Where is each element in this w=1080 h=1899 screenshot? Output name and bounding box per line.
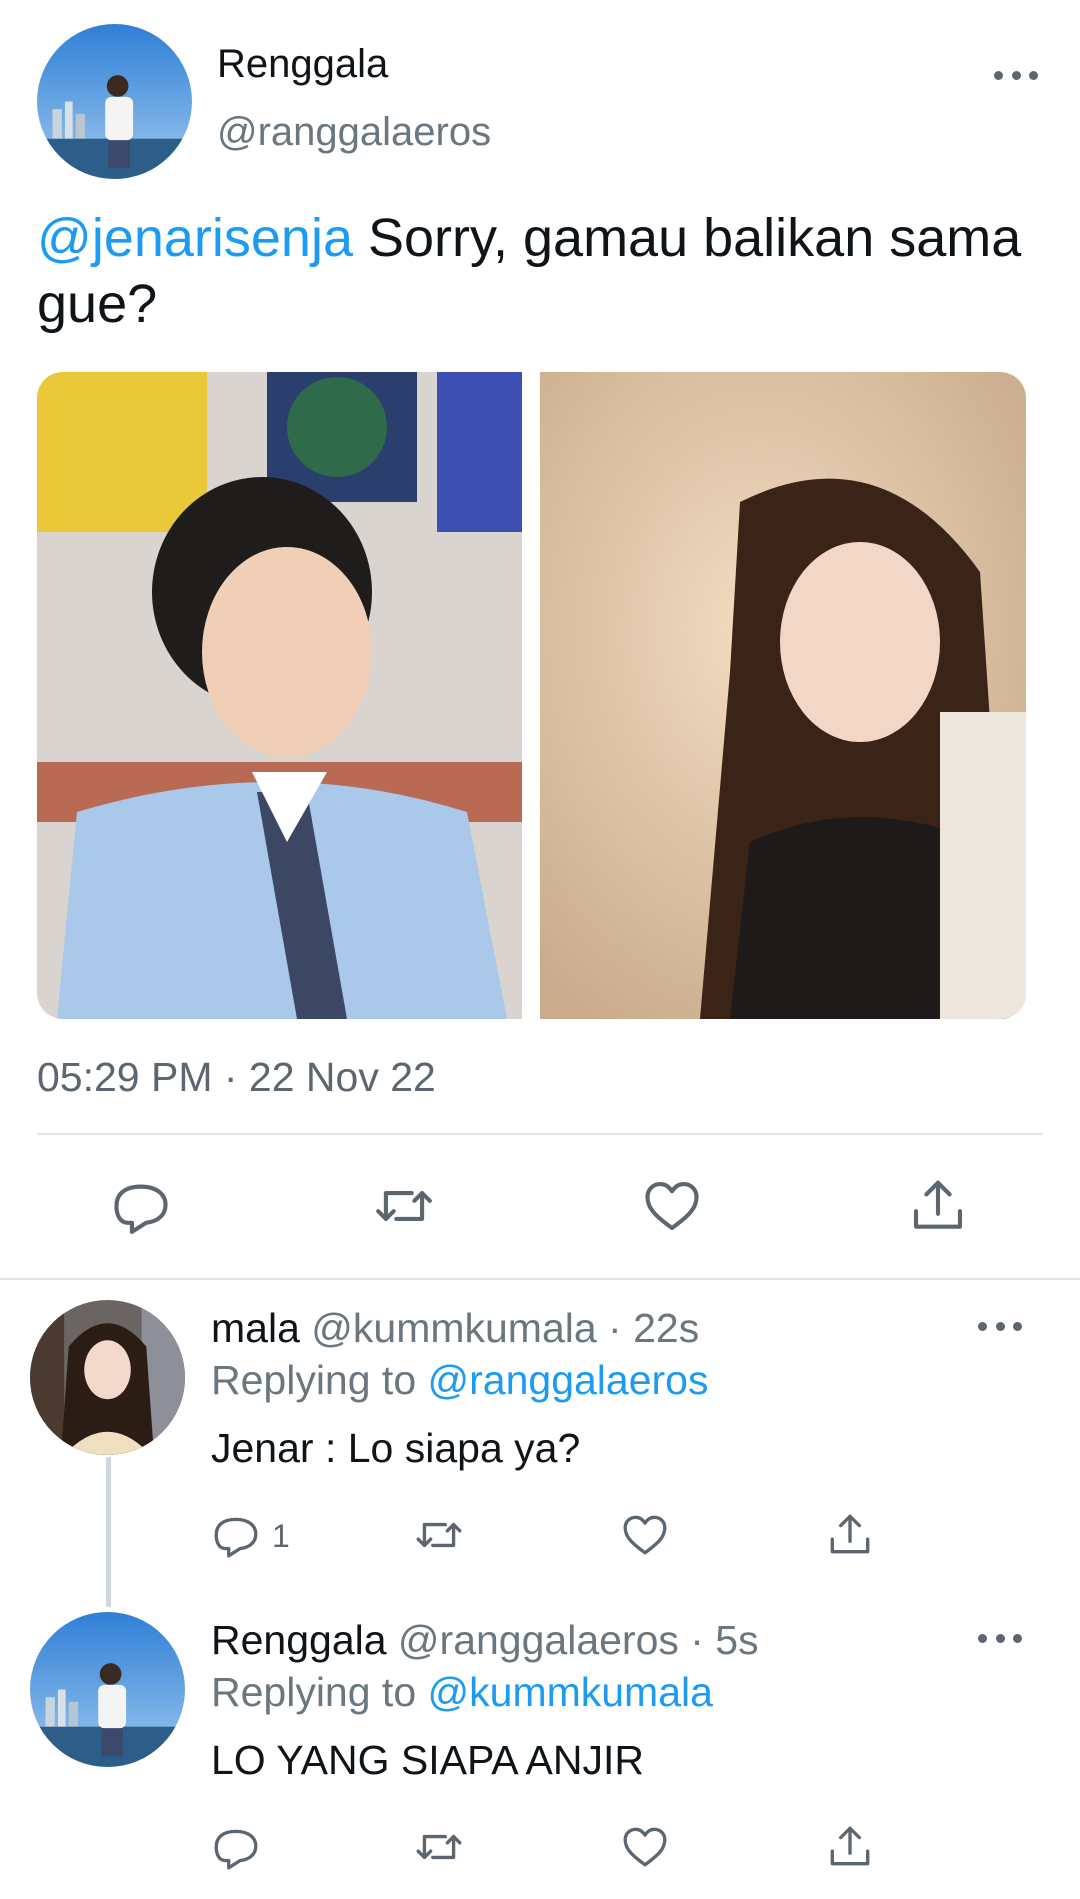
retweet-icon[interactable] [414, 1510, 464, 1560]
more-icon[interactable] [994, 65, 1038, 85]
reply-icon[interactable] [211, 1510, 261, 1560]
share-icon[interactable] [825, 1822, 875, 1872]
author-name[interactable]: Renggala [217, 42, 388, 87]
reply-icon[interactable] [211, 1822, 261, 1872]
divider-thread [0, 1278, 1080, 1280]
tweet-text: @jenarisenja Sorry, gamau balikan sama g… [37, 205, 1037, 337]
reply-text: Jenar : Lo siapa ya? [211, 1425, 581, 1471]
like-icon[interactable] [620, 1510, 670, 1560]
replying-to-line: Replying to @kummkumala [211, 1669, 713, 1716]
reply-icon[interactable] [110, 1175, 172, 1237]
like-icon[interactable] [641, 1175, 703, 1237]
reply-header[interactable]: Renggala @ranggalaeros · 5s [211, 1617, 759, 1664]
reply-handle-time: @ranggalaeros · 5s [386, 1617, 759, 1663]
media-image-2[interactable] [540, 372, 1026, 1019]
author-avatar[interactable] [37, 24, 192, 179]
replying-to-mention[interactable]: @ranggalaeros [428, 1357, 709, 1403]
mention-link[interactable]: @jenarisenja [37, 208, 353, 268]
tweet-timestamp[interactable]: 05:29 PM · 22 Nov 22 [37, 1054, 436, 1101]
author-handle[interactable]: @ranggalaeros [217, 110, 491, 155]
replying-label: Replying to [211, 1669, 428, 1715]
reply-avatar-mala[interactable] [30, 1300, 185, 1455]
more-icon[interactable] [978, 1628, 1022, 1648]
replying-label: Replying to [211, 1357, 428, 1403]
reply-handle-time: @kummkumala · 22s [299, 1305, 700, 1351]
reply-author-name[interactable]: Renggala [211, 1617, 387, 1663]
reply-header[interactable]: mala @kummkumala · 22s [211, 1305, 699, 1352]
more-icon[interactable] [978, 1316, 1022, 1336]
replying-to-mention[interactable]: @kummkumala [428, 1669, 713, 1715]
reply-count: 1 [272, 1518, 290, 1554]
replying-to-line: Replying to @ranggalaeros [211, 1357, 708, 1404]
retweet-icon[interactable] [414, 1822, 464, 1872]
like-icon[interactable] [620, 1822, 670, 1872]
share-icon[interactable] [907, 1175, 969, 1237]
reply-author-name[interactable]: mala [211, 1305, 300, 1351]
retweet-icon[interactable] [373, 1175, 435, 1237]
divider-top [37, 1133, 1043, 1135]
thread-line [106, 1457, 111, 1607]
media-image-1[interactable] [37, 372, 522, 1019]
reply-text: LO YANG SIAPA ANJIR [211, 1737, 644, 1783]
share-icon[interactable] [825, 1510, 875, 1560]
reply-avatar-renggala[interactable] [30, 1612, 185, 1767]
